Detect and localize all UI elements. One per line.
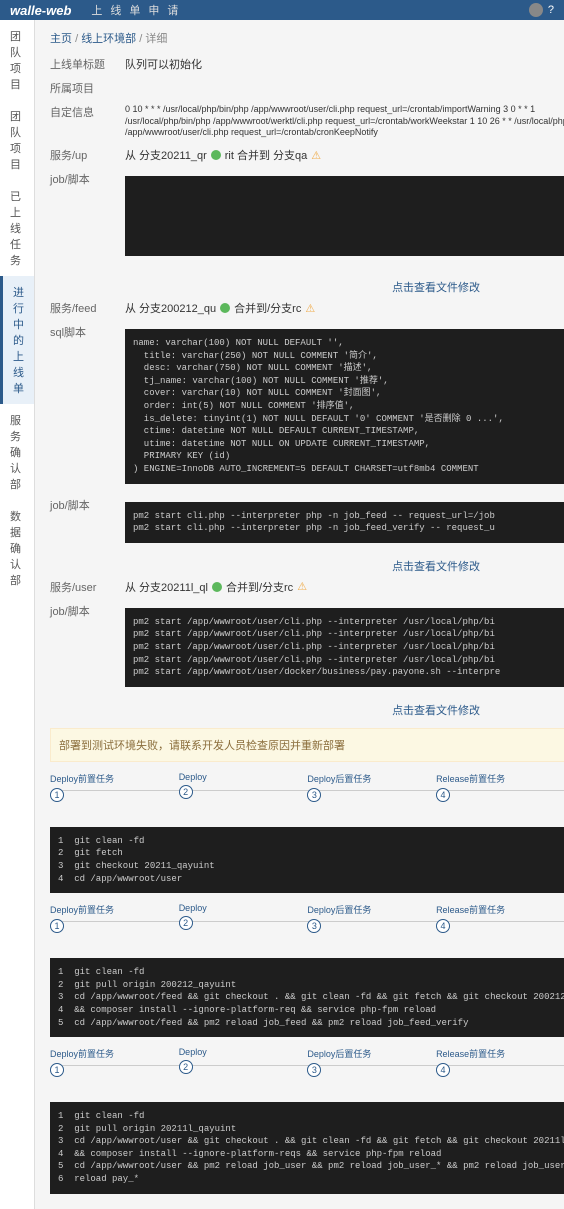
- sidebar-item[interactable]: 服务确认部: [0, 404, 34, 500]
- service-up-label: 服务/up: [50, 147, 110, 163]
- topbar: walle-web 上 线 单 申 请 ?: [0, 0, 564, 20]
- warning-icon: ⚠: [297, 580, 307, 593]
- sidebar-item[interactable]: 团队项目: [0, 20, 34, 100]
- sidebar: 团队项目 团队项目 已上线任务 进行中的上线单 服务确认部 数据确认部: [0, 20, 35, 1209]
- merge-icon: [211, 150, 221, 160]
- breadcrumb: 主页 / 线上环境部 / 详细: [50, 30, 564, 46]
- merge-icon: [220, 303, 230, 313]
- team-label: 所属项目: [50, 80, 110, 96]
- pipeline-2: Deploy前置任务1 Deploy2 Deploy后置任务3 Release前…: [50, 903, 564, 948]
- commit-value: 0 10 * * * /usr/local/php/bin/php /app/w…: [125, 104, 564, 139]
- commit-label: 自定信息: [50, 104, 110, 120]
- sidebar-item[interactable]: 已上线任务: [0, 180, 34, 276]
- logo: walle-web: [10, 3, 71, 18]
- avatar-icon: [529, 3, 543, 17]
- pipeline-3: Deploy前置任务1 Deploy2 Deploy后置任务3 Release前…: [50, 1047, 564, 1092]
- topnav: 上 线 单 申 请: [91, 2, 178, 18]
- sidebar-item-active[interactable]: 进行中的上线单: [0, 276, 34, 404]
- alert-warning: 部署到测试环境失败，请联系开发人员检查原因并重新部署 ×: [50, 728, 564, 762]
- job-code-3[interactable]: pm2 start /app/wwwroot/user/cli.php --in…: [125, 608, 564, 687]
- main-content: 主页 / 线上环境部 / 详细 上线单标题 队列可以初始化 所属项目 自定信息 …: [35, 20, 564, 1209]
- job-label: job/脚本: [50, 171, 110, 187]
- job-code-2[interactable]: pm2 start cli.php --interpreter php -n j…: [125, 502, 564, 543]
- deploy-code-3[interactable]: 1 git clean -fd 2 git pull origin 20211l…: [50, 1102, 564, 1194]
- merge-icon: [212, 582, 222, 592]
- sql-code[interactable]: name: varchar(100) NOT NULL DEFAULT '', …: [125, 329, 564, 484]
- sidebar-item[interactable]: 数据确认部: [0, 500, 34, 596]
- deploy-code-2[interactable]: 1 git clean -fd 2 git pull origin 200212…: [50, 958, 564, 1037]
- job-script-1[interactable]: [125, 176, 564, 256]
- view-files-link[interactable]: 点击查看文件修改: [50, 279, 564, 295]
- title-value: 队列可以初始化: [125, 56, 564, 72]
- pipeline-1: Deploy前置任务1 Deploy2 Deploy后置任务3 Release前…: [50, 772, 564, 817]
- view-files-link-3[interactable]: 点击查看文件修改: [50, 702, 564, 718]
- sidebar-item[interactable]: 团队项目: [0, 100, 34, 180]
- warning-icon: ⚠: [311, 149, 321, 162]
- user-menu[interactable]: ?: [529, 3, 554, 17]
- deploy-code-1[interactable]: 1 git clean -fd 2 git fetch 3 git checko…: [50, 827, 564, 893]
- view-files-link-2[interactable]: 点击查看文件修改: [50, 558, 564, 574]
- warning-icon: ⚠: [305, 302, 315, 315]
- title-label: 上线单标题: [50, 56, 110, 72]
